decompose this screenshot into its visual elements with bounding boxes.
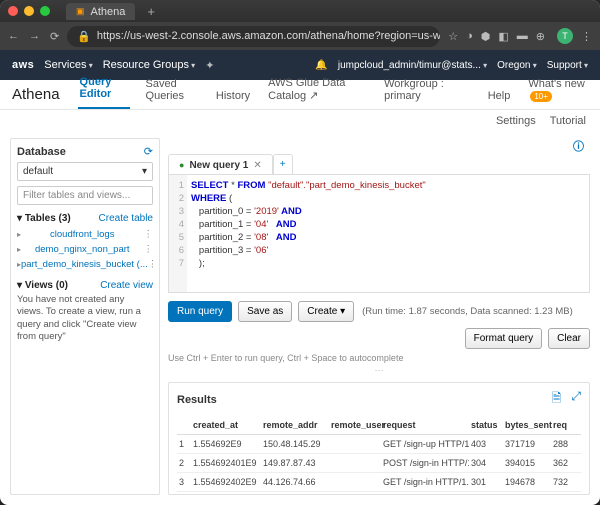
table-item[interactable]: cloudfront_logs⋮ (17, 227, 153, 242)
settings-link[interactable]: Settings (496, 115, 536, 127)
table-menu-icon[interactable]: ⋮ (148, 259, 153, 270)
status-ok-icon: ● (179, 160, 184, 170)
support-menu[interactable]: Support (547, 60, 588, 71)
help-link[interactable]: Help (486, 83, 513, 109)
extension-icon[interactable]: ⊕ (536, 30, 545, 43)
tab-query-editor[interactable]: Query Editor (78, 69, 130, 109)
back-button[interactable]: ← (8, 30, 19, 43)
query-tab-1[interactable]: ● New query 1 ✕ (168, 154, 273, 174)
table-row[interactable]: 21.554692401E9149.87.87.43POST /sign-in … (177, 454, 581, 473)
sidebar: Database ⟳ default ▾ Filter tables and v… (10, 138, 160, 495)
resize-handle[interactable]: ⋯ (168, 365, 590, 376)
forward-button[interactable]: → (29, 30, 40, 43)
region-menu[interactable]: Oregon (497, 60, 537, 71)
reload-button[interactable]: ⟳ (50, 30, 59, 43)
database-select[interactable]: default ▾ (17, 162, 153, 181)
athena-subtabs: Settings Tutorial (0, 110, 600, 132)
table-row[interactable]: 11.554692E9150.48.145.29GET /sign-up HTT… (177, 435, 581, 454)
table-row[interactable]: 31.554692402E944.126.74.66GET /sign-in H… (177, 473, 581, 492)
menu-icon[interactable]: ⋮ (581, 30, 592, 43)
workgroup-label[interactable]: Workgroup : primary (382, 71, 458, 109)
results-panel: Results 🗎 ⤢ created_at remote_addr remot… (168, 382, 590, 495)
run-metadata: (Run time: 1.87 seconds, Data scanned: 1… (362, 306, 573, 317)
create-dropdown[interactable]: Create ▾ (298, 301, 354, 322)
extension-icon[interactable]: ▬ (517, 30, 528, 42)
query-tabs: ● New query 1 ✕ + (168, 154, 590, 175)
close-tab-icon[interactable]: ✕ (253, 160, 261, 171)
chevron-down-icon: ▾ (142, 166, 147, 177)
create-view-link[interactable]: Create view (100, 280, 153, 291)
tab-saved-queries[interactable]: Saved Queries (144, 71, 200, 109)
table-menu-icon[interactable]: ⋮ (143, 229, 153, 240)
mac-titlebar: ▣ Athena + (0, 0, 600, 22)
refresh-icon[interactable]: ⟳ (144, 145, 153, 158)
whats-new-link[interactable]: What's new10+ (526, 71, 588, 109)
info-icon[interactable]: ⓘ (168, 138, 590, 154)
table-item[interactable]: demo_nginx_non_part⋮ (17, 242, 153, 257)
url-text: https://us-west-2.console.aws.amazon.com… (97, 30, 440, 42)
tutorial-link[interactable]: Tutorial (550, 115, 586, 127)
browser-tab-athena[interactable]: ▣ Athena (66, 3, 135, 20)
address-bar[interactable]: 🔒 https://us-west-2.console.aws.amazon.c… (67, 26, 440, 47)
star-icon[interactable]: ☆ (448, 30, 458, 43)
run-query-button[interactable]: Run query (168, 301, 232, 322)
results-title: Results (177, 394, 217, 406)
minimize-window[interactable] (24, 6, 34, 16)
views-heading[interactable]: ▾ Views (0) (17, 280, 68, 291)
table-item[interactable]: part_demo_kinesis_bucket (...⋮ (17, 257, 153, 272)
bell-icon[interactable]: 🔔 (315, 60, 327, 71)
athena-tabs: Athena Query Editor Saved Queries Histor… (0, 80, 600, 110)
maximize-window[interactable] (40, 6, 50, 16)
sql-editor[interactable]: 1234567 SELECT * FROM "default"."part_de… (168, 175, 590, 293)
browser-tab-title: Athena (91, 6, 126, 18)
extension-icon[interactable]: ◑ (466, 30, 473, 42)
save-as-button[interactable]: Save as (238, 301, 292, 322)
shortcut-hint: Use Ctrl + Enter to run query, Ctrl + Sp… (168, 353, 590, 363)
table-menu-icon[interactable]: ⋮ (144, 244, 154, 255)
tables-heading[interactable]: ▾ Tables (3) (17, 213, 71, 224)
external-link-icon: ↗ (309, 90, 318, 102)
format-query-button[interactable]: Format query (465, 328, 542, 349)
browser-toolbar: ← → ⟳ 🔒 https://us-west-2.console.aws.am… (0, 22, 600, 50)
close-window[interactable] (8, 6, 18, 16)
download-icon[interactable]: 🗎 (552, 389, 562, 410)
tables-list: cloudfront_logs⋮ demo_nginx_non_part⋮ pa… (17, 227, 153, 272)
sql-code[interactable]: SELECT * FROM "default"."part_demo_kines… (187, 175, 426, 292)
tab-glue-catalog[interactable]: AWS Glue Data Catalog ↗ (266, 70, 364, 109)
line-gutter: 1234567 (169, 175, 187, 292)
results-table: created_at remote_addr remote_user reque… (177, 416, 581, 492)
tab-history[interactable]: History (214, 83, 252, 109)
extension-icon[interactable]: ◧ (498, 30, 508, 43)
add-query-tab[interactable]: + (273, 154, 293, 174)
expand-icon[interactable]: ⤢ (571, 389, 581, 410)
lock-icon: 🔒 (77, 30, 91, 43)
extension-icon[interactable]: ⬢ (481, 30, 491, 43)
profile-avatar[interactable]: T (557, 28, 573, 44)
clear-button[interactable]: Clear (548, 328, 590, 349)
database-heading: Database (17, 146, 66, 158)
aws-favicon-icon: ▣ (76, 6, 85, 17)
pin-icon[interactable]: ✦ (205, 59, 214, 72)
account-menu[interactable]: jumpcloud_admin/timur@stats... (338, 60, 487, 71)
new-tab-button[interactable]: + (147, 4, 155, 19)
filter-input[interactable]: Filter tables and views... (17, 186, 153, 205)
create-table-link[interactable]: Create table (99, 213, 153, 224)
aws-logo[interactable]: aws (12, 59, 34, 71)
service-title: Athena (12, 86, 60, 103)
table-header-row: created_at remote_addr remote_user reque… (177, 416, 581, 435)
services-menu[interactable]: Services (44, 59, 92, 71)
views-empty-text: You have not created any views. To creat… (17, 294, 153, 343)
